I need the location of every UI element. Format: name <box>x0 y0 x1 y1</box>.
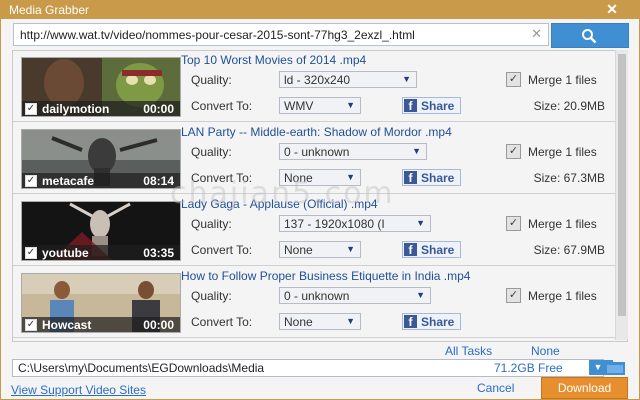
quality-value: 0 - unknown <box>284 289 350 303</box>
item-checkbox[interactable]: ✓ <box>25 319 37 331</box>
video-title[interactable]: Top 10 Worst Movies of 2014 .mp4 <box>181 53 366 67</box>
search-button[interactable] <box>551 23 629 48</box>
file-size: Size: 67.9MB <box>533 243 605 257</box>
file-size: Size: 20.9MB <box>533 99 605 113</box>
free-space: 71.2GB Free <box>494 361 563 375</box>
share-label: Share <box>421 171 455 185</box>
convert-label: Convert To: <box>191 99 253 113</box>
chevron-down-icon: ▼ <box>416 218 425 228</box>
watermark: chajian5.com <box>170 176 395 211</box>
item-checkbox[interactable]: ✓ <box>25 175 37 187</box>
chevron-down-icon: ▼ <box>346 316 355 326</box>
video-thumbnail: ✓ dailymotion 00:00 <box>21 57 181 117</box>
clear-icon[interactable]: ✕ <box>531 26 542 42</box>
share-label: Share <box>421 99 455 113</box>
quality-label: Quality: <box>191 217 232 231</box>
chevron-down-icon: ▼ <box>402 74 411 84</box>
video-title[interactable]: How to Follow Proper Business Etiquette … <box>181 269 470 283</box>
thumbnail-overlay: ✓ youtube 03:35 <box>22 245 180 260</box>
duration-label: 00:00 <box>143 102 174 116</box>
quality-select[interactable]: 137 - 1920x1080 (I ▼ <box>279 215 431 232</box>
download-path-field[interactable]: C:\Users\my\Documents\EGDownloads\Media … <box>12 359 607 377</box>
source-label: metacafe <box>42 174 95 188</box>
quality-label: Quality: <box>191 145 232 159</box>
duration-label: 03:35 <box>143 246 174 260</box>
convert-label: Convert To: <box>191 243 253 257</box>
quality-value: 137 - 1920x1080 (I <box>284 217 385 231</box>
quality-select[interactable]: 0 - unknown ▼ <box>279 287 431 304</box>
merge-label: Merge 1 files <box>528 145 597 159</box>
video-thumbnail: ✓ metacafe 08:14 <box>21 129 181 189</box>
merge-checkbox[interactable]: ✓ <box>506 288 521 303</box>
merge-label: Merge 1 files <box>528 217 597 231</box>
list-scrollbar[interactable] <box>615 50 628 340</box>
thumbnail-overlay: ✓ dailymotion 00:00 <box>22 101 180 116</box>
scrollbar-thumb[interactable] <box>618 54 626 316</box>
source-label: Howcast <box>42 318 92 332</box>
item-checkbox[interactable]: ✓ <box>25 247 37 259</box>
chevron-down-icon: ▼ <box>416 290 425 300</box>
facebook-share-button[interactable]: f Share <box>402 241 461 258</box>
convert-select[interactable]: None ▼ <box>279 313 361 330</box>
merge-label: Merge 1 files <box>528 73 597 87</box>
merge-label: Merge 1 files <box>528 289 597 303</box>
share-label: Share <box>421 243 455 257</box>
download-button[interactable]: Download <box>541 377 628 399</box>
convert-value: WMV <box>284 99 314 113</box>
quality-value: 0 - unknown <box>284 145 350 159</box>
source-label: dailymotion <box>42 102 110 116</box>
facebook-share-button[interactable]: f Share <box>402 169 461 186</box>
facebook-icon: f <box>404 171 417 185</box>
quality-label: Quality: <box>191 73 232 87</box>
thumbnail-overlay: ✓ Howcast 00:00 <box>22 317 180 332</box>
source-label: youtube <box>42 246 89 260</box>
quality-select[interactable]: ld - 320x240 ▼ <box>279 71 417 88</box>
folder-icon <box>605 360 625 375</box>
chevron-down-icon: ▼ <box>346 100 355 110</box>
convert-select[interactable]: None ▼ <box>279 241 361 258</box>
window-title: Media Grabber <box>9 3 90 17</box>
facebook-icon: f <box>404 315 417 329</box>
title-bar: Media Grabber ✕ <box>0 0 640 19</box>
all-tasks-link[interactable]: All Tasks <box>445 344 492 358</box>
facebook-icon: f <box>404 243 417 257</box>
convert-select[interactable]: WMV ▼ <box>279 97 361 114</box>
merge-checkbox[interactable]: ✓ <box>506 144 521 159</box>
video-thumbnail: ✓ Howcast 00:00 <box>21 273 181 333</box>
list-item: ✓ Howcast 00:00 How to Follow Proper Bus… <box>13 267 615 338</box>
close-icon[interactable]: ✕ <box>604 1 620 17</box>
chevron-down-icon: ▼ <box>346 244 355 254</box>
url-text: http://www.wat.tv/video/nommes-pour-cesa… <box>20 28 415 42</box>
convert-value: None <box>284 243 313 257</box>
quality-label: Quality: <box>191 289 232 303</box>
duration-label: 00:00 <box>143 318 174 332</box>
search-icon <box>582 29 597 44</box>
share-label: Share <box>421 315 455 329</box>
video-title[interactable]: LAN Party -- Middle-earth: Shadow of Mor… <box>181 125 452 139</box>
convert-label: Convert To: <box>191 315 253 329</box>
merge-checkbox[interactable]: ✓ <box>506 72 521 87</box>
item-checkbox[interactable]: ✓ <box>25 103 37 115</box>
file-size: Size: 67.3MB <box>533 171 605 185</box>
video-thumbnail: ✓ youtube 03:35 <box>21 201 181 261</box>
chevron-down-icon: ▼ <box>412 146 421 156</box>
merge-checkbox[interactable]: ✓ <box>506 216 521 231</box>
thumbnail-overlay: ✓ metacafe 08:14 <box>22 173 180 188</box>
list-item: ✓ dailymotion 00:00 Top 10 Worst Movies … <box>13 51 615 122</box>
download-path: C:\Users\my\Documents\EGDownloads\Media <box>18 361 265 375</box>
facebook-share-button[interactable]: f Share <box>402 313 461 330</box>
browse-folder-button[interactable] <box>604 359 626 376</box>
facebook-share-button[interactable]: f Share <box>402 97 461 114</box>
cancel-button[interactable]: Cancel <box>477 381 514 395</box>
quality-value: ld - 320x240 <box>284 73 351 87</box>
quality-select[interactable]: 0 - unknown ▼ <box>279 143 427 160</box>
convert-value: None <box>284 315 313 329</box>
view-support-sites-link[interactable]: View Support Video Sites <box>11 383 146 397</box>
facebook-icon: f <box>404 99 417 113</box>
url-input[interactable]: http://www.wat.tv/video/nommes-pour-cesa… <box>13 23 549 46</box>
none-link[interactable]: None <box>531 344 560 358</box>
